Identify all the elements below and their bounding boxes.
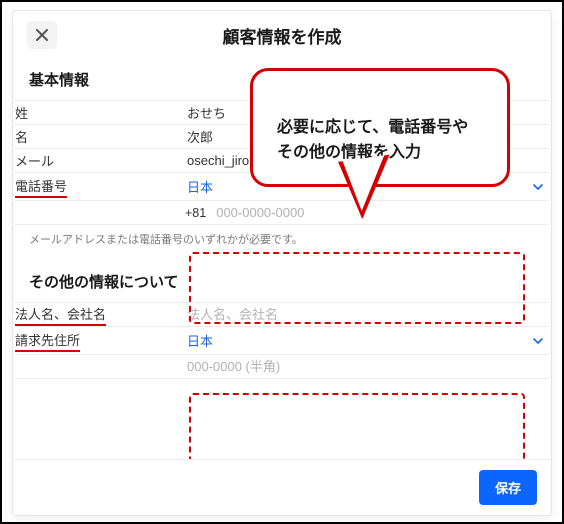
label-last-name: 姓	[15, 103, 28, 122]
other-info-table: 法人名、会社名 請求先住所 日本	[15, 302, 549, 379]
label-email: メール	[15, 151, 54, 170]
modal-scroll-area[interactable]: 基本情報 姓 名 メール 電話番号	[13, 63, 551, 459]
save-button[interactable]: 保存	[479, 470, 537, 505]
row-billing-country: 請求先住所 日本	[15, 327, 549, 355]
row-company: 法人名、会社名	[15, 303, 549, 327]
input-first-name[interactable]	[185, 125, 549, 148]
section-title-basic: 基本情報	[15, 63, 549, 100]
close-button[interactable]	[27, 21, 57, 49]
modal-title: 顧客情報を作成	[57, 23, 537, 48]
row-email: メール	[15, 149, 549, 173]
phone-country-value: 日本	[187, 177, 213, 196]
input-company[interactable]	[185, 303, 549, 326]
select-phone-country[interactable]: 日本	[185, 173, 549, 200]
row-last-name: 姓	[15, 101, 549, 125]
create-customer-modal: 顧客情報を作成 基本情報 姓 名 メール 電話番号	[12, 10, 552, 516]
row-first-name: 名	[15, 125, 549, 149]
section-title-other: その他の情報について	[15, 265, 549, 302]
row-phone-country: 電話番号 日本	[15, 173, 549, 201]
modal-footer: 保存	[13, 459, 551, 515]
input-phone[interactable]	[214, 201, 549, 224]
dial-code: +81	[185, 206, 206, 220]
label-first-name: 名	[15, 127, 28, 146]
close-icon	[36, 29, 48, 41]
input-last-name[interactable]	[185, 101, 549, 124]
row-billing-zip	[15, 355, 549, 379]
row-phone-number: +81	[15, 201, 549, 225]
basic-info-table: 姓 名 メール 電話番号 日本	[15, 100, 549, 225]
label-company: 法人名、会社名	[15, 304, 106, 326]
input-billing-zip[interactable]	[185, 355, 549, 378]
app-frame: 顧客情報を作成 基本情報 姓 名 メール 電話番号	[0, 0, 564, 524]
annotation-box-other	[189, 393, 525, 459]
billing-country-value: 日本	[187, 331, 213, 350]
label-phone: 電話番号	[15, 176, 67, 198]
email-phone-helper: メールアドレスまたは電話番号のいずれかが必要です。	[15, 225, 549, 265]
label-billing: 請求先住所	[15, 330, 80, 352]
modal-header: 顧客情報を作成	[13, 11, 551, 63]
select-billing-country[interactable]: 日本	[185, 327, 549, 354]
input-email[interactable]	[185, 149, 549, 172]
chevron-down-icon	[533, 336, 543, 346]
chevron-down-icon	[533, 182, 543, 192]
